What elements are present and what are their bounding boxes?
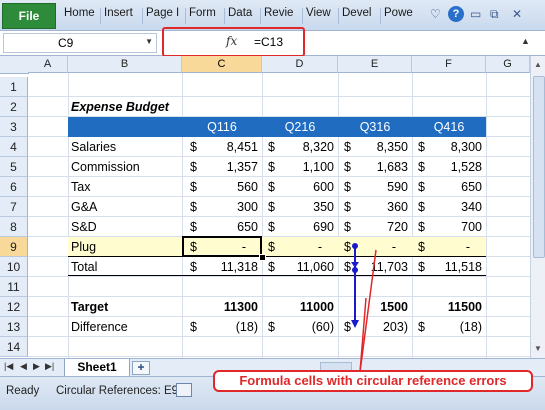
tracer-arrowhead	[351, 262, 359, 268]
annotation-overlay	[351, 243, 377, 373]
callout-pointer	[359, 249, 377, 373]
tracer-arrow-dot	[352, 243, 358, 249]
tracer-arrowhead	[351, 320, 359, 328]
